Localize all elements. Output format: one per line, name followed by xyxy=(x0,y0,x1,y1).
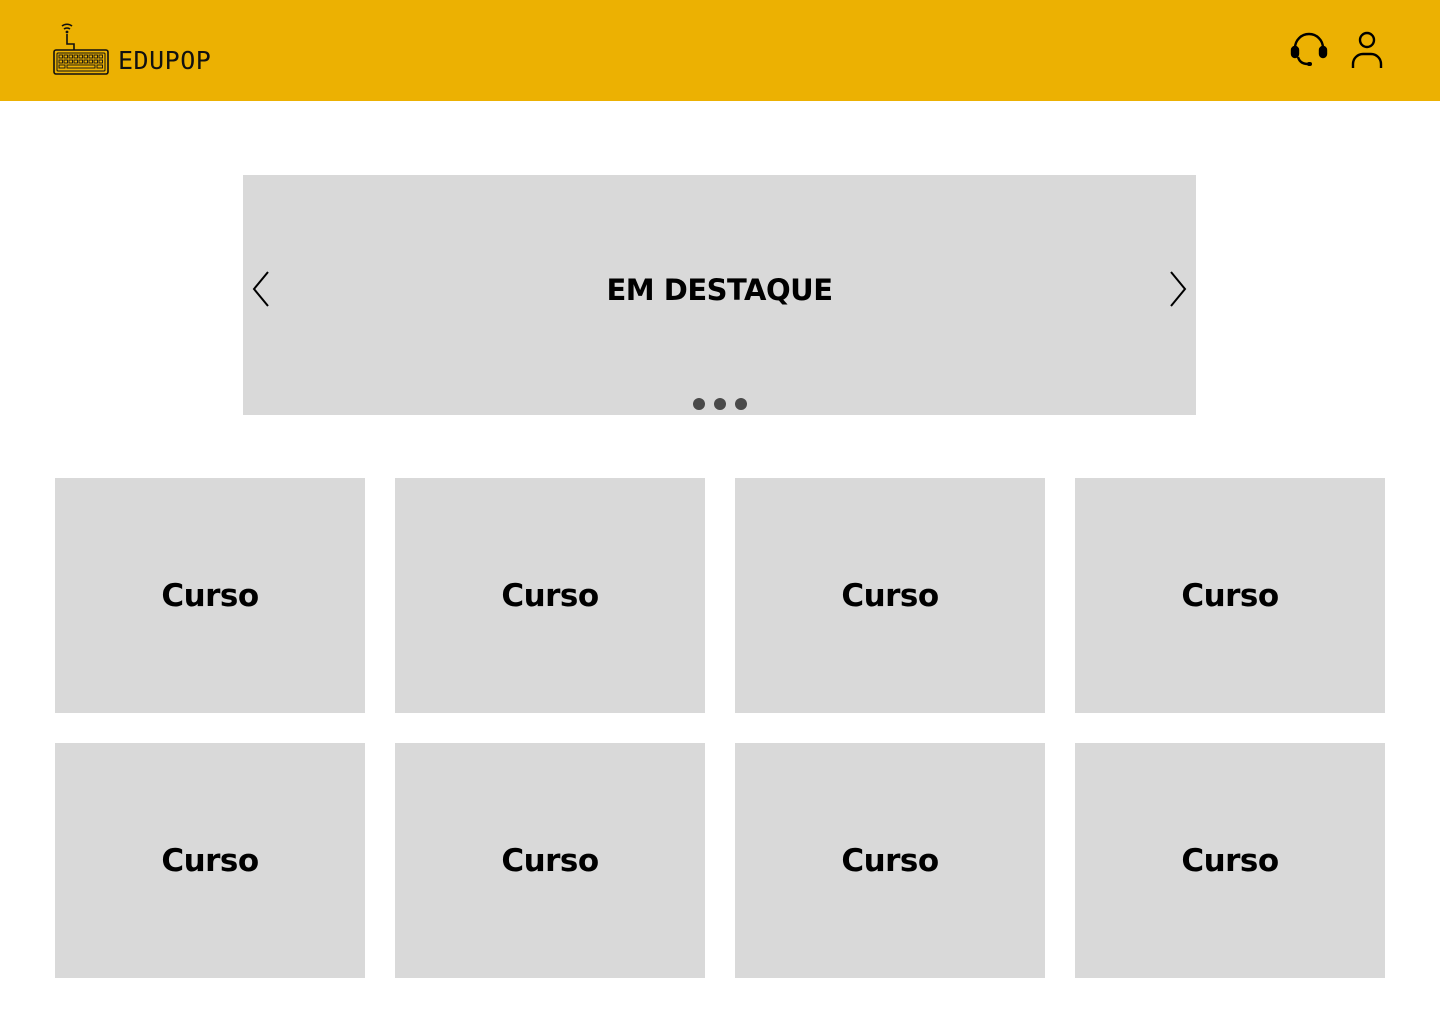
featured-carousel: EM DESTAQUE xyxy=(243,175,1196,415)
header-actions xyxy=(1290,30,1386,70)
course-card[interactable]: Curso xyxy=(1075,478,1385,713)
top-bar: EDUPOP xyxy=(0,0,1440,101)
course-label: Curso xyxy=(1181,577,1279,614)
course-label: Curso xyxy=(1181,842,1279,879)
course-card[interactable]: Curso xyxy=(395,478,705,713)
course-label: Curso xyxy=(161,577,259,614)
course-label: Curso xyxy=(841,842,939,879)
brand-name: EDUPOP xyxy=(118,46,212,75)
course-label: Curso xyxy=(501,577,599,614)
course-card[interactable]: Curso xyxy=(395,743,705,978)
carousel-title: EM DESTAQUE xyxy=(606,273,833,307)
course-label: Curso xyxy=(841,577,939,614)
course-grid: Curso Curso Curso Curso Curso Curso Curs… xyxy=(55,478,1385,978)
user-icon[interactable] xyxy=(1348,30,1386,70)
brand-logo[interactable]: EDUPOP xyxy=(52,20,211,76)
course-label: Curso xyxy=(161,842,259,879)
headset-icon[interactable] xyxy=(1290,30,1328,70)
keyboard-wifi-icon xyxy=(53,23,109,75)
carousel-dot-3[interactable] xyxy=(734,398,747,410)
course-card[interactable]: Curso xyxy=(1075,743,1385,978)
course-card[interactable]: Curso xyxy=(735,743,1045,978)
course-card[interactable]: Curso xyxy=(55,743,365,978)
carousel-dot-1[interactable] xyxy=(692,398,705,410)
course-card[interactable]: Curso xyxy=(55,478,365,713)
carousel-dot-2[interactable] xyxy=(713,398,726,410)
course-label: Curso xyxy=(501,842,599,879)
carousel-dots xyxy=(243,398,1196,410)
chevron-right-icon[interactable] xyxy=(1166,269,1190,309)
course-card[interactable]: Curso xyxy=(735,478,1045,713)
